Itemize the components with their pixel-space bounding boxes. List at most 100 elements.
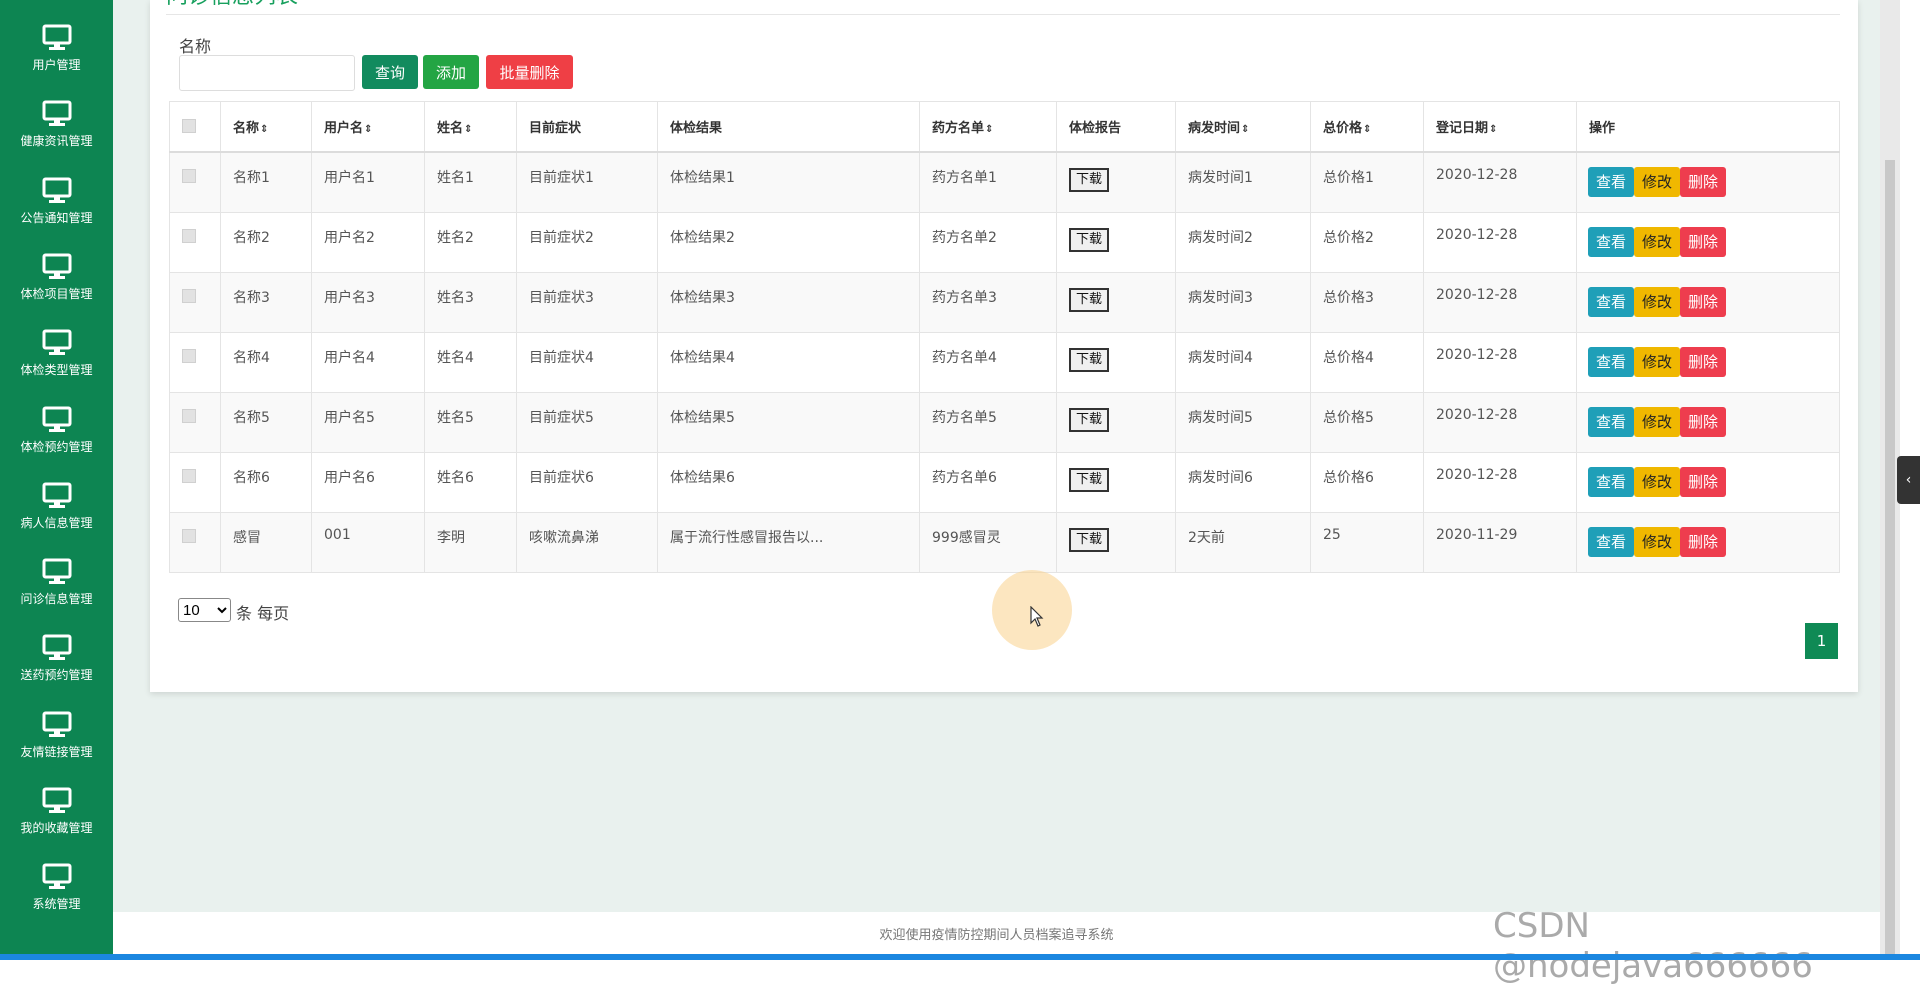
cell-prescription: 999感冒灵 — [919, 511, 1057, 573]
sidebar-item[interactable]: 健康资讯管理 — [0, 96, 113, 172]
header-date[interactable]: 登记日期 — [1423, 101, 1577, 153]
per-page-text: 条 每页 — [236, 604, 290, 623]
cell-onset: 病发时间6 — [1175, 451, 1311, 513]
delete-button[interactable]: 删除 — [1680, 167, 1727, 197]
cell-price: 总价格6 — [1310, 451, 1424, 513]
header-report: 体检报告 — [1056, 101, 1176, 153]
cell-date: 2020-12-28 — [1423, 391, 1577, 453]
row-checkbox[interactable] — [182, 169, 196, 183]
sidebar-item-label: 病人信息管理 — [20, 515, 93, 530]
row-checkbox[interactable] — [182, 288, 196, 303]
sidebar-item[interactable]: 我的收藏管理 — [0, 783, 113, 859]
scrollbar-thumb[interactable] — [1885, 160, 1895, 960]
edit-button[interactable]: 修改 — [1634, 286, 1681, 317]
batch-delete-button[interactable]: 批量删除 — [486, 55, 573, 89]
download-button[interactable]: 下载 — [1069, 227, 1109, 252]
view-button[interactable]: 查看 — [1588, 466, 1635, 497]
download-button[interactable]: 下载 — [1069, 407, 1109, 432]
row-select-cell[interactable] — [169, 511, 221, 573]
cell-symptom: 目前症状2 — [516, 211, 658, 273]
cell-report: 下载 — [1056, 331, 1176, 393]
download-button[interactable]: 下载 — [1069, 467, 1109, 492]
cell-date: 2020-12-28 — [1423, 331, 1577, 393]
header-username[interactable]: 用户名 — [311, 101, 425, 153]
edit-button[interactable]: 修改 — [1634, 526, 1681, 557]
sidebar-item[interactable]: 体检预约管理 — [0, 402, 113, 478]
sidebar-item-label: 我的收藏管理 — [20, 821, 93, 835]
edit-button[interactable]: 修改 — [1634, 406, 1681, 437]
cell-realname: 姓名4 — [424, 331, 517, 393]
cell-result: 体检结果5 — [657, 391, 920, 453]
cell-price: 总价格3 — [1310, 271, 1424, 333]
query-button[interactable]: 查询 — [362, 55, 418, 89]
edit-button[interactable]: 修改 — [1634, 226, 1681, 257]
cell-price: 总价格4 — [1310, 331, 1424, 393]
delete-button[interactable]: 删除 — [1680, 226, 1727, 257]
row-select-cell[interactable] — [169, 391, 221, 453]
row-select-cell[interactable] — [169, 211, 221, 273]
cell-prescription: 药方名单5 — [919, 391, 1057, 453]
delete-button[interactable]: 删除 — [1680, 406, 1727, 437]
sidebar-item[interactable]: 送药预约管理 — [0, 630, 113, 706]
delete-button[interactable]: 删除 — [1680, 466, 1727, 497]
edit-button[interactable]: 修改 — [1634, 466, 1681, 497]
mouse-cursor-icon — [1030, 606, 1044, 627]
row-checkbox[interactable] — [182, 408, 196, 423]
cell-actions: 查看 修改 删除 — [1576, 391, 1840, 453]
sidebar-item[interactable]: 体检项目管理 — [0, 249, 113, 325]
row-checkbox[interactable] — [182, 228, 196, 243]
download-button[interactable]: 下载 — [1069, 168, 1109, 192]
edit-button[interactable]: 修改 — [1634, 167, 1681, 197]
cell-prescription: 药方名单3 — [919, 271, 1057, 333]
view-button[interactable]: 查看 — [1588, 526, 1635, 557]
delete-button[interactable]: 删除 — [1680, 286, 1727, 317]
sidebar-item[interactable]: 体检类型管理 — [0, 325, 113, 401]
view-button[interactable]: 查看 — [1588, 286, 1635, 317]
cell-date: 2020-12-28 — [1423, 151, 1577, 213]
download-button[interactable]: 下载 — [1069, 287, 1109, 312]
monitor-icon — [42, 177, 71, 203]
view-button[interactable]: 查看 — [1588, 406, 1635, 437]
header-realname[interactable]: 姓名 — [424, 101, 517, 153]
header-price[interactable]: 总价格 — [1310, 101, 1424, 153]
select-all-checkbox[interactable] — [182, 118, 196, 133]
cell-result: 体检结果3 — [657, 271, 920, 333]
header-prescription[interactable]: 药方名单 — [919, 101, 1057, 153]
view-button[interactable]: 查看 — [1588, 226, 1635, 257]
table-row: 名称2 用户名2 姓名2 目前症状2 体检结果2 药方名单2 下载 病发时间2 总价格2 2020… — [169, 211, 1840, 273]
sidebar-item[interactable]: 系统管理 — [0, 859, 113, 935]
view-button[interactable]: 查看 — [1588, 346, 1635, 377]
row-select-cell[interactable] — [169, 271, 221, 333]
edit-button[interactable]: 修改 — [1634, 346, 1681, 377]
page-size-select[interactable]: 10 — [178, 598, 231, 622]
row-checkbox[interactable] — [182, 348, 196, 363]
page-button-1[interactable]: 1 — [1805, 623, 1838, 659]
header-onset[interactable]: 病发时间 — [1175, 101, 1311, 153]
name-search-input[interactable] — [179, 55, 355, 91]
download-button[interactable]: 下载 — [1069, 347, 1109, 372]
sidebar: 用户管理 健康资讯管理公告通知管理体检项目管理 体检类型管理 体检预约管理病人信息管理… — [0, 0, 113, 960]
row-select-cell[interactable] — [169, 151, 221, 213]
header-name[interactable]: 名称 — [220, 101, 312, 153]
bottom-bar — [0, 954, 1920, 960]
add-button[interactable]: 添加 — [423, 55, 479, 89]
sidebar-item[interactable]: 公告通知管理 — [0, 173, 113, 249]
monitor-icon — [42, 787, 71, 813]
cell-symptom: 目前症状5 — [516, 391, 658, 453]
sidebar-item[interactable]: 用户管理 — [0, 20, 113, 96]
row-checkbox[interactable] — [182, 528, 196, 543]
select-all-cell[interactable] — [169, 101, 221, 153]
view-button[interactable]: 查看 — [1588, 167, 1635, 197]
cell-realname: 姓名2 — [424, 211, 517, 273]
collapse-toggle-chevron-left-icon[interactable]: ‹ — [1897, 456, 1920, 504]
row-select-cell[interactable] — [169, 331, 221, 393]
delete-button[interactable]: 删除 — [1680, 346, 1727, 377]
sidebar-item[interactable]: 友情链接管理 — [0, 707, 113, 783]
row-checkbox[interactable] — [182, 468, 196, 483]
sidebar-item-label: 公告通知管理 — [20, 210, 93, 225]
download-button[interactable]: 下载 — [1069, 527, 1109, 552]
delete-button[interactable]: 删除 — [1680, 526, 1727, 557]
sidebar-item[interactable]: 病人信息管理 — [0, 478, 113, 554]
row-select-cell[interactable] — [169, 451, 221, 513]
sidebar-item[interactable]: 问诊信息管理 — [0, 554, 113, 630]
